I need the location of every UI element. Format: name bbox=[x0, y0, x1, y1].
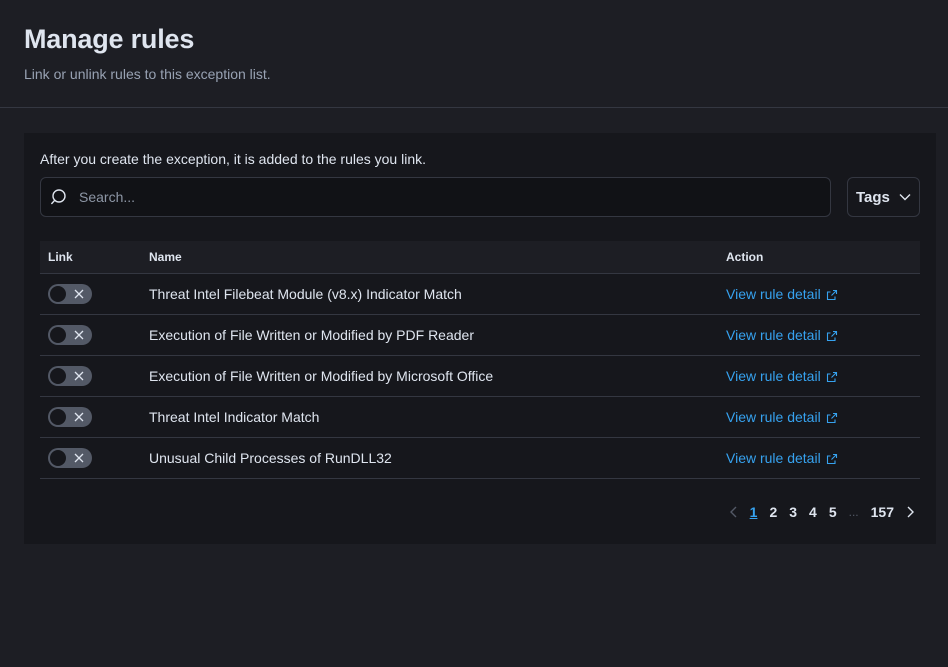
link-toggle[interactable] bbox=[48, 284, 92, 304]
page-header: Manage rules Link or unlink rules to thi… bbox=[0, 0, 948, 108]
pagination-ellipsis: ... bbox=[848, 505, 859, 519]
close-icon bbox=[74, 289, 84, 299]
rule-name: Execution of File Written or Modified by… bbox=[149, 368, 494, 384]
tags-filter-button[interactable]: Tags bbox=[847, 177, 920, 217]
chevron-left-icon bbox=[729, 506, 737, 518]
rules-table: Link Name Action Threat Intel Filebeat M… bbox=[40, 241, 920, 479]
close-icon bbox=[74, 453, 84, 463]
column-header-action: Action bbox=[726, 250, 764, 264]
table-row: Execution of File Written or Modified by… bbox=[40, 315, 920, 356]
rule-name: Threat Intel Filebeat Module (v8.x) Indi… bbox=[149, 286, 462, 302]
page-3-button[interactable]: 3 bbox=[783, 504, 803, 520]
table-row: Unusual Child Processes of RunDLL32 View… bbox=[40, 438, 920, 479]
panel-description: After you create the exception, it is ad… bbox=[40, 151, 426, 167]
previous-page-button[interactable] bbox=[724, 502, 744, 522]
rule-name: Threat Intel Indicator Match bbox=[149, 409, 320, 425]
page-last-button[interactable]: 157 bbox=[865, 504, 900, 520]
page-5-button[interactable]: 5 bbox=[823, 504, 843, 520]
external-link-icon bbox=[826, 289, 837, 300]
page-4-button[interactable]: 4 bbox=[803, 504, 823, 520]
external-link-icon bbox=[826, 371, 837, 382]
rule-name: Unusual Child Processes of RunDLL32 bbox=[149, 450, 392, 466]
view-rule-detail-link[interactable]: View rule detail bbox=[726, 409, 838, 425]
chevron-down-icon bbox=[899, 194, 911, 201]
page-subtitle: Link or unlink rules to this exception l… bbox=[24, 66, 271, 82]
external-link-icon bbox=[826, 412, 837, 423]
view-rule-detail-label: View rule detail bbox=[726, 368, 821, 384]
search-input[interactable] bbox=[79, 178, 819, 216]
pagination: 1 2 3 4 5 ... 157 bbox=[724, 502, 920, 522]
chevron-right-icon bbox=[907, 506, 914, 518]
toggle-knob bbox=[49, 367, 67, 385]
view-rule-detail-label: View rule detail bbox=[726, 409, 821, 425]
rule-name: Execution of File Written or Modified by… bbox=[149, 327, 474, 343]
table-row: Threat Intel Filebeat Module (v8.x) Indi… bbox=[40, 274, 920, 315]
view-rule-detail-label: View rule detail bbox=[726, 327, 821, 343]
toggle-knob bbox=[49, 326, 67, 344]
toggle-knob bbox=[49, 449, 67, 467]
view-rule-detail-label: View rule detail bbox=[726, 286, 821, 302]
page-1-button[interactable]: 1 bbox=[744, 504, 764, 520]
column-header-name[interactable]: Name bbox=[149, 250, 182, 264]
toggle-knob bbox=[49, 285, 67, 303]
table-row: Threat Intel Indicator Match View rule d… bbox=[40, 397, 920, 438]
column-header-link[interactable]: Link bbox=[48, 250, 73, 264]
link-toggle[interactable] bbox=[48, 448, 92, 468]
page-title: Manage rules bbox=[24, 24, 195, 54]
external-link-icon bbox=[826, 330, 837, 341]
search-icon bbox=[51, 189, 66, 205]
view-rule-detail-link[interactable]: View rule detail bbox=[726, 286, 838, 302]
tags-label: Tags bbox=[856, 188, 890, 206]
search-field[interactable] bbox=[40, 177, 831, 217]
close-icon bbox=[74, 412, 84, 422]
link-toggle[interactable] bbox=[48, 407, 92, 427]
next-page-button[interactable] bbox=[900, 502, 920, 522]
view-rule-detail-link[interactable]: View rule detail bbox=[726, 327, 838, 343]
link-toggle[interactable] bbox=[48, 325, 92, 345]
external-link-icon bbox=[826, 453, 837, 464]
close-icon bbox=[74, 371, 84, 381]
table-header: Link Name Action bbox=[40, 241, 920, 274]
rules-panel: After you create the exception, it is ad… bbox=[24, 133, 936, 544]
view-rule-detail-label: View rule detail bbox=[726, 450, 821, 466]
close-icon bbox=[74, 330, 84, 340]
toggle-knob bbox=[49, 408, 67, 426]
link-toggle[interactable] bbox=[48, 366, 92, 386]
view-rule-detail-link[interactable]: View rule detail bbox=[726, 450, 838, 466]
view-rule-detail-link[interactable]: View rule detail bbox=[726, 368, 838, 384]
table-row: Execution of File Written or Modified by… bbox=[40, 356, 920, 397]
page-2-button[interactable]: 2 bbox=[763, 504, 783, 520]
